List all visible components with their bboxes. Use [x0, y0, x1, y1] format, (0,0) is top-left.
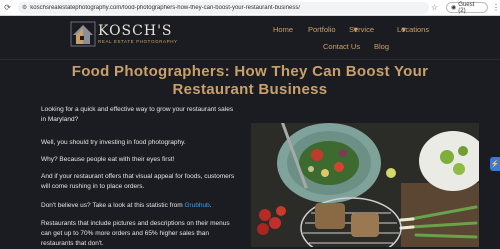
profile-button[interactable]: ◉ Guest (2) [446, 1, 488, 14]
address-bar[interactable]: ⚙ koschsrealestatephotography.com/food-p… [17, 1, 429, 14]
paragraph-1-line-1: Looking for a quick and effective way to… [41, 106, 234, 113]
paragraph-5-suffix: . [209, 202, 212, 209]
profile-avatar-icon: ◉ [451, 5, 457, 11]
paragraph-5: Don't believe us? Take a look at this st… [41, 201, 246, 211]
paragraph-1-line-2: in Maryland? [41, 116, 79, 123]
site-header: KOSCH'S REAL ESTATE PHOTOGRAPHY Home Por… [0, 16, 500, 60]
side-widget-button[interactable]: ⚡ [490, 157, 500, 171]
food-photo [251, 123, 479, 247]
site-logo[interactable]: KOSCH'S REAL ESTATE PHOTOGRAPHY [70, 21, 178, 47]
paragraph-4-line-1: And if your restaurant offers that visua… [41, 173, 235, 180]
url-text: koschsrealestatephotography.com/food-pho… [30, 4, 300, 11]
browser-toolbar: ⟳ ⚙ koschsrealestatephotography.com/food… [0, 0, 500, 16]
paragraph-6-line-3: restaurants that don't. [41, 240, 104, 247]
paragraph-6: Restaurants that include pictures and de… [41, 219, 246, 249]
chevron-down-icon: ▼ [352, 25, 360, 34]
page-title-line-1: Food Photographers: How They Can Boost Y… [71, 63, 429, 80]
paragraph-4-line-2: will come rushing in to place orders. [41, 183, 145, 190]
nav-home[interactable]: Home [273, 25, 293, 34]
paragraph-5-text: Don't believe us? Take a look at this st… [41, 202, 183, 209]
paragraph-4: And if your restaurant offers that visua… [41, 172, 246, 192]
logo-name: KOSCH'S [98, 23, 173, 39]
paragraph-2: Well, you should try investing in food p… [41, 139, 186, 146]
paragraph-6-line-1: Restaurants that include pictures and de… [41, 220, 230, 227]
site-info-icon[interactable]: ⚙ [22, 4, 27, 11]
paragraph-1: Looking for a quick and effective way to… [41, 105, 246, 125]
page-title-line-2: Restaurant Business [172, 81, 328, 98]
logo-house-icon [70, 21, 96, 47]
paragraph-3: Why? Because people eat with their eyes … [41, 156, 175, 163]
nav-portfolio[interactable]: Portfolio [308, 25, 336, 34]
browser-menu-icon[interactable]: ⋮ [492, 3, 500, 12]
chevron-down-icon: ▼ [400, 25, 408, 34]
profile-label: Guest (2) [458, 1, 475, 14]
bolt-icon: ⚡ [490, 161, 500, 168]
logo-subtitle: REAL ESTATE PHOTOGRAPHY [98, 39, 178, 44]
nav-blog[interactable]: Blog [374, 42, 389, 51]
nav-contact[interactable]: Contact Us [323, 42, 360, 51]
paragraph-6-line-2: can get up to 70% more orders and 65% hi… [41, 230, 210, 237]
bookmark-star-icon[interactable]: ☆ [431, 3, 438, 12]
reload-icon[interactable]: ⟳ [2, 2, 13, 13]
page-title: Food Photographers: How They Can Boost Y… [0, 63, 500, 99]
grubhub-link[interactable]: Grubhub [184, 202, 209, 209]
